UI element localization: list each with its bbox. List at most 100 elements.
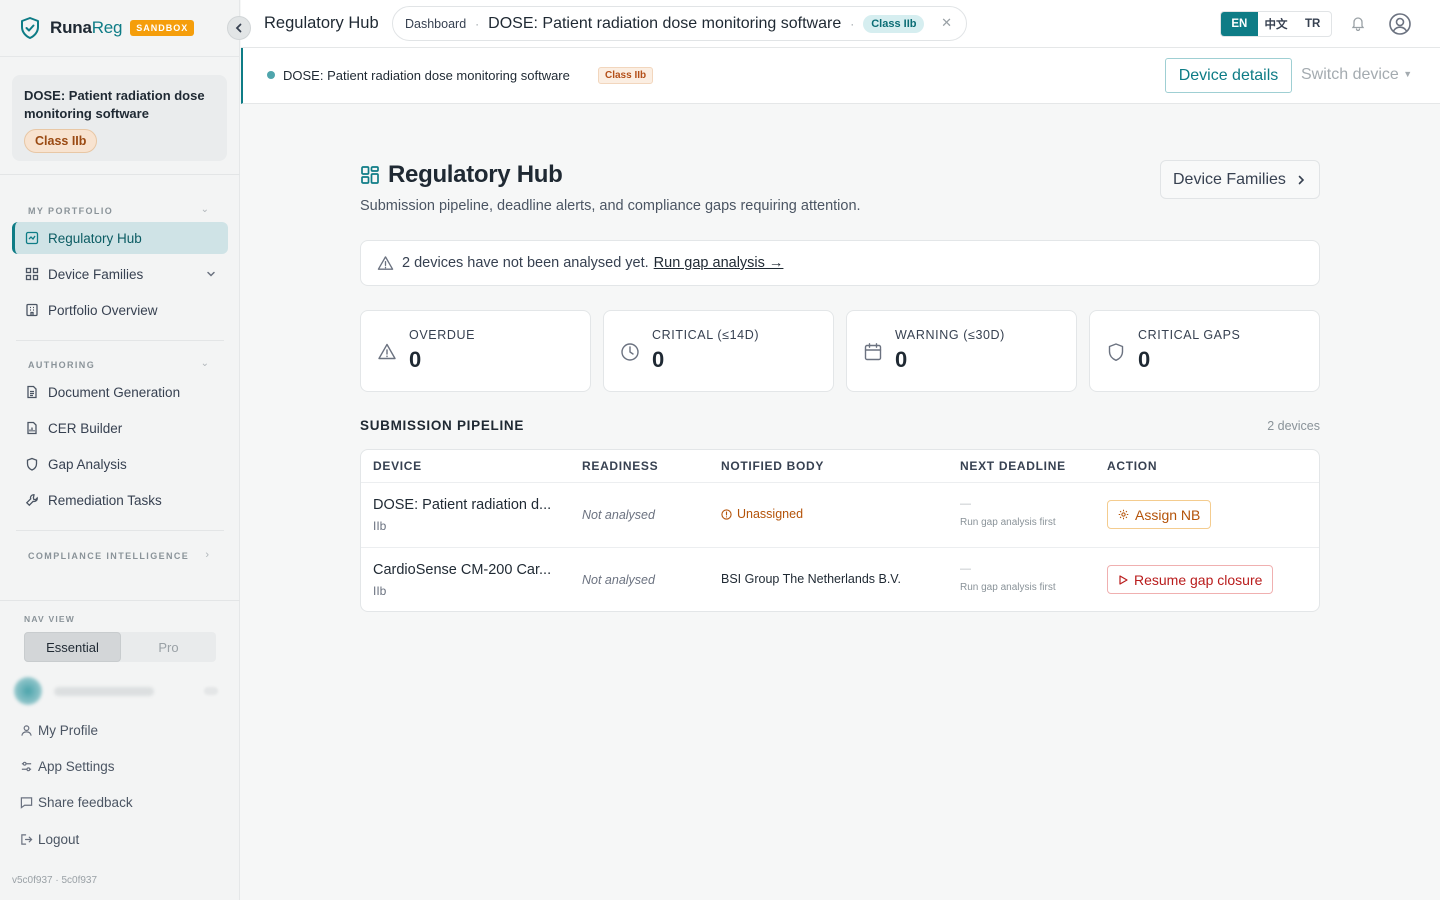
resume-gap-closure-button[interactable]: Resume gap closure — [1107, 565, 1274, 594]
shield-icon — [26, 457, 38, 471]
app-settings-link[interactable]: App Settings — [20, 759, 115, 774]
chevron-right-icon[interactable]: › — [205, 549, 209, 561]
chevron-right-icon — [1298, 175, 1305, 184]
logout-link[interactable]: Logout — [20, 832, 79, 847]
user-row[interactable] — [14, 677, 218, 705]
stat-card-critical: CRITICAL (≤14D) 0 — [603, 310, 834, 392]
close-icon[interactable]: ✕ — [941, 15, 952, 31]
row-notified-body: Unassigned — [721, 507, 803, 521]
switch-device-dropdown[interactable]: Switch device ▼ — [1301, 66, 1412, 84]
column-header-device: DEVICE — [373, 459, 422, 473]
breadcrumb-separator: · — [475, 16, 480, 31]
stat-card-critical-gaps: CRITICAL GAPS 0 — [1089, 310, 1320, 392]
analysis-alert: 2 devices have not been analysed yet. Ru… — [360, 240, 1320, 286]
bell-icon[interactable] — [1350, 15, 1366, 31]
sidebar-item-remediation-tasks[interactable]: Remediation Tasks — [12, 484, 228, 516]
sidebar: RunaReg SANDBOX DOSE: Patient radiation … — [0, 0, 251, 900]
row-notified-body-text: Unassigned — [737, 507, 804, 521]
row-device-name[interactable]: CardioSense CM-200 Car... — [373, 562, 551, 578]
sidebar-item-label: CER Builder — [48, 420, 123, 436]
nav-view-option-essential[interactable]: Essential — [24, 632, 121, 662]
resume-gap-closure-label: Resume gap closure — [1134, 571, 1263, 588]
sidebar-item-document-generation[interactable]: Document Generation — [12, 376, 228, 408]
assign-nb-button[interactable]: Assign NB — [1107, 500, 1212, 529]
sidebar-item-portfolio-overview[interactable]: Portfolio Overview — [12, 294, 228, 326]
device-families-button[interactable]: Device Families — [1160, 160, 1320, 199]
column-header-notified-body: NOTIFIED BODY — [721, 459, 825, 473]
breadcrumb-separator: · — [850, 16, 855, 31]
divider — [16, 340, 224, 341]
row-deadline: — — [960, 563, 971, 575]
column-header-readiness: READINESS — [582, 459, 659, 473]
current-device-card[interactable]: DOSE: Patient radiation dose monitoring … — [12, 75, 227, 161]
language-tr[interactable]: TR — [1294, 12, 1331, 36]
table-header: DEVICE READINESS NOTIFIED BODY NEXT DEAD… — [361, 450, 1319, 483]
nav-view-option-pro[interactable]: Pro — [121, 632, 216, 662]
brand-name: RunaReg — [50, 18, 122, 38]
clock-icon — [621, 343, 639, 361]
sidebar-item-label: Portfolio Overview — [48, 302, 158, 318]
run-gap-analysis-link[interactable]: Run gap analysis → — [654, 255, 784, 271]
row-device-name[interactable]: DOSE: Patient radiation d... — [373, 497, 551, 513]
page-title: Regulatory Hub — [264, 14, 379, 32]
pipeline-table: DEVICE READINESS NOTIFIED BODY NEXT DEAD… — [360, 449, 1320, 612]
document-icon — [27, 385, 37, 399]
language-en[interactable]: EN — [1221, 12, 1258, 36]
pipeline-count: 2 devices — [1267, 419, 1320, 433]
chevron-down-icon[interactable] — [206, 269, 216, 279]
stat-card-warning: WARNING (≤30D) 0 — [846, 310, 1077, 392]
sandbox-badge: SANDBOX — [130, 20, 195, 36]
section-label-compliance-intelligence[interactable]: COMPLIANCE INTELLIGENCE — [28, 551, 189, 561]
brand-name-light: Reg — [91, 18, 123, 37]
nav-view-toggle[interactable]: Essential Pro — [24, 632, 216, 662]
building-icon — [26, 303, 38, 317]
logout-icon — [21, 834, 33, 845]
current-device-class-badge: Class IIb — [24, 129, 98, 153]
nav-view-label: NAV VIEW — [24, 614, 76, 624]
sidebar-item-label: Remediation Tasks — [48, 492, 162, 508]
brand-name-bold: Runa — [50, 18, 92, 37]
sidebar-item-cer-builder[interactable]: CER Builder — [12, 412, 228, 444]
stat-label: CRITICAL GAPS — [1138, 328, 1241, 342]
account-icon[interactable] — [1388, 12, 1412, 36]
user-icon — [21, 725, 32, 736]
sidebar-item-label: Regulatory Hub — [48, 230, 142, 246]
warning-icon — [377, 255, 394, 270]
device-details-button[interactable]: Device details — [1165, 58, 1292, 93]
row-deadline: — — [960, 498, 971, 510]
breadcrumb-dashboard[interactable]: Dashboard — [405, 17, 466, 31]
my-profile-link[interactable]: My Profile — [20, 723, 98, 738]
sidebar-item-regulatory-hub[interactable]: Regulatory Hub — [12, 222, 228, 254]
play-icon — [1119, 574, 1128, 585]
grid-icon — [25, 267, 39, 281]
divider — [0, 600, 240, 601]
brand: RunaReg SANDBOX — [0, 0, 251, 57]
dashboard-icon — [361, 166, 379, 184]
share-feedback-label: Share feedback — [38, 795, 133, 810]
table-row: DOSE: Patient radiation d... IIb Not ana… — [361, 483, 1319, 548]
column-header-action: ACTION — [1107, 459, 1158, 473]
top-bar: Regulatory Hub Dashboard · DOSE: Patient… — [241, 0, 1440, 48]
breadcrumb: Dashboard · DOSE: Patient radiation dose… — [392, 6, 967, 41]
section-label-portfolio: MY PORTFOLIO — [28, 206, 114, 216]
device-context-bar: DOSE: Patient radiation dose monitoring … — [241, 48, 1440, 104]
row-readiness: Not analysed — [582, 508, 655, 522]
row-readiness: Not analysed — [582, 573, 655, 587]
breadcrumb-device: DOSE: Patient radiation dose monitoring … — [488, 14, 842, 32]
row-notified-body: BSI Group The Netherlands B.V. — [721, 572, 901, 586]
my-profile-label: My Profile — [38, 723, 99, 738]
sidebar-item-device-families[interactable]: Device Families — [12, 258, 228, 290]
chevron-down-icon[interactable]: ⌄ — [201, 358, 209, 369]
page-subtitle: Submission pipeline, deadline alerts, an… — [360, 198, 861, 214]
chevron-down-icon[interactable]: ⌄ — [201, 204, 209, 215]
stat-label: CRITICAL (≤14D) — [652, 328, 760, 342]
file-chart-icon — [27, 421, 37, 435]
table-row: CardioSense CM-200 Car... IIb Not analys… — [361, 548, 1319, 611]
sidebar-item-label: Device Families — [48, 266, 144, 282]
language-zh[interactable]: 中文 — [1258, 12, 1295, 36]
row-device-class: IIb — [373, 584, 387, 598]
share-feedback-link[interactable]: Share feedback — [20, 795, 133, 810]
sidebar-item-gap-analysis[interactable]: Gap Analysis — [12, 448, 228, 480]
collapse-sidebar-button[interactable] — [227, 16, 251, 40]
pipeline-title: SUBMISSION PIPELINE — [360, 418, 525, 433]
